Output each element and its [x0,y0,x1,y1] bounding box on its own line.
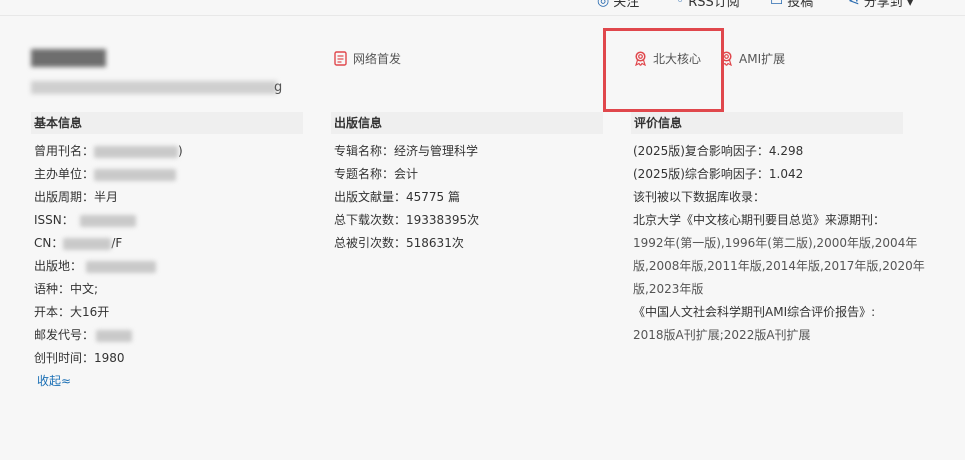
citations-value: 518631次 [406,236,464,250]
pku-years-line-3: 版,2023年版 [633,282,704,296]
place-redacted [86,260,157,273]
submit-label: 投稿 [787,0,814,10]
sponsor-row: 主办单位： [34,167,177,181]
founded-value: 1980 [94,351,125,365]
downloads-value: 19338395次 [406,213,480,227]
basic-info-heading: 基本信息 [31,112,303,134]
postal-redacted [96,329,133,342]
sponsor-label: 主办单位： [34,167,95,181]
pku-years-line-2: 版,2008年版,2011年版,2014年版,2017年版,2020年 [633,259,925,273]
cn-tail: /F [111,236,123,250]
journal-title-redacted [31,49,106,67]
pku-core-badge: 北大核心 [634,50,701,67]
comprehensive-impact-factor: (2025版)综合影响因子：1.042 [633,167,804,181]
downloads-label: 总下载次数： [334,213,407,227]
issn-redacted [79,214,136,227]
citations-row: 总被引次数：518631次 [334,236,464,250]
evaluation-heading: 评价信息 [631,112,903,134]
rss-icon: ◦ [676,0,685,9]
journal-subtitle-tail: g [274,80,283,95]
count-row: 出版文献量：45775 篇 [334,190,460,204]
submit-button[interactable]: ▭ 投稿 [770,0,813,10]
pku-core-title: 北京大学《中文核心期刊要目总览》来源期刊： [633,213,886,227]
ami-report-title: 《中国人文社会科学期刊AMI综合评价报告》: [633,305,876,319]
journal-subtitle-redacted [31,81,277,94]
topic-label: 专题名称： [334,167,395,181]
cycle-value: 半月 [94,190,119,204]
postal-label: 邮发代号： [34,328,95,342]
highlight-annotation-box [603,28,724,112]
ami-years: 2018版A刊扩展;2022版A刊扩展 [633,328,811,342]
online-first-badge: 网络首发 [334,50,401,67]
rss-button[interactable]: ◦ RSS订阅 [676,0,740,10]
follow-icon: ◎ [597,0,610,9]
follow-button[interactable]: ◎ 关注 [597,0,639,10]
cn-redacted [63,237,112,250]
downloads-row: 总下载次数：19338395次 [334,213,479,227]
citations-label: 总被引次数： [334,236,407,250]
ami-ext-badge: AMI扩展 [720,50,785,67]
format-row: 开本：大16开 [34,305,109,319]
cycle-label: 出版周期： [34,190,95,204]
language-label: 语种： [34,282,71,296]
format-label: 开本： [34,305,71,319]
former-name-row: 曾用刊名：) [34,144,183,158]
language-row: 语种：中文; [34,282,98,296]
issn-row: ISSN： [34,213,136,227]
share-icon: ⋖ [848,0,860,9]
share-label: 分享到 ▾ [863,0,914,10]
postal-row: 邮发代号： [34,328,133,342]
top-toolbar: ◎ 关注 ◦ RSS订阅 ▭ 投稿 ⋖ 分享到 ▾ [0,0,965,16]
founded-label: 创刊时间： [34,351,95,365]
count-label: 出版文献量： [334,190,407,204]
award-medal-icon [635,51,646,66]
cycle-row: 出版周期：半月 [34,190,118,204]
rss-label: RSS订阅 [688,0,740,10]
publish-info-heading: 出版信息 [331,112,603,134]
former-name-tail: ) [178,144,183,158]
series-row: 专辑名称：经济与管理科学 [334,144,478,158]
founded-row: 创刊时间：1980 [34,351,125,365]
cn-row: CN： /F [34,236,122,250]
pku-years-line-1: 1992年(第一版),1996年(第二版),2000年版,2004年 [633,236,918,250]
series-label: 专辑名称： [334,144,395,158]
cn-label: CN： [34,236,64,250]
issn-label: ISSN： [34,213,74,227]
place-label: 出版地： [34,259,83,273]
submit-icon: ▭ [770,0,784,9]
pku-core-label: 北大核心 [653,52,702,66]
format-value: 大16开 [70,305,110,319]
follow-label: 关注 [613,0,640,10]
place-row: 出版地： [34,259,157,273]
topic-value: 会计 [394,167,419,181]
composite-impact-factor: (2025版)复合影响因子：4.298 [633,144,804,158]
share-button[interactable]: ⋖ 分享到 ▾ [848,0,913,10]
series-value: 经济与管理科学 [394,144,479,158]
collapse-link[interactable]: 收起≈ [37,372,71,389]
former-name-redacted [94,145,179,158]
online-first-label: 网络首发 [353,52,402,66]
ami-ext-label: AMI扩展 [739,52,786,66]
document-icon [334,51,347,66]
indexed-by-text: 该刊被以下数据库收录： [633,190,766,204]
language-value: 中文; [70,282,99,296]
former-name-label: 曾用刊名： [34,144,95,158]
award-medal-icon [721,51,732,66]
count-value: 45775 篇 [406,190,461,204]
topic-row: 专题名称：会计 [334,167,418,181]
sponsor-redacted [94,168,177,181]
